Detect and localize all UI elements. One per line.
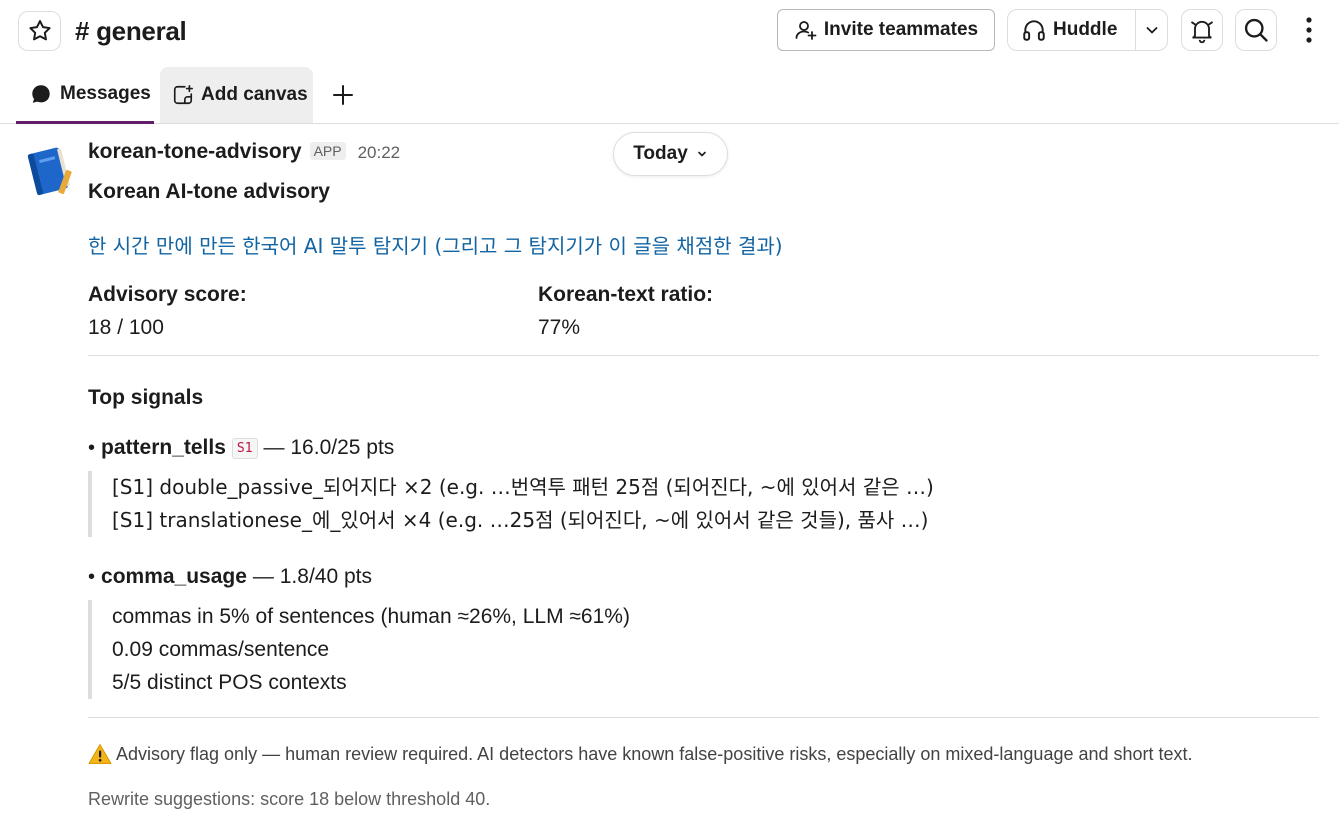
tab-messages[interactable]: Messages <box>16 67 154 124</box>
rewrite-note: Rewrite suggestions: score 18 below thre… <box>88 789 491 809</box>
plus-icon <box>333 85 353 105</box>
warning-icon <box>88 744 112 764</box>
add-person-icon <box>795 21 817 40</box>
more-actions-button[interactable] <box>1293 12 1325 48</box>
search-icon <box>1244 18 1268 42</box>
add-tab-button[interactable] <box>328 80 358 110</box>
signal-comma-usage: • comma_usage — 1.8/40 pts <box>88 565 372 589</box>
disclaimer-note: Advisory flag only — human review requir… <box>88 743 1193 765</box>
huddle-control: Huddle <box>1007 9 1168 51</box>
date-label: Today <box>633 143 688 164</box>
field-label-ratio: Korean-text ratio: <box>538 283 714 306</box>
blue-book-icon <box>27 147 72 196</box>
huddle-button[interactable]: Huddle <box>1008 10 1137 50</box>
canvas-icon <box>173 85 193 105</box>
sender-name[interactable]: korean-tone-advisory <box>88 140 302 164</box>
tab-add-canvas[interactable]: Add canvas <box>160 67 313 123</box>
bell-off-icon <box>1191 20 1213 44</box>
field-value-ratio: 77% <box>538 316 581 339</box>
field-label-score: Advisory score: <box>88 283 247 306</box>
signal-name: comma_usage <box>101 565 247 588</box>
date-jump-button[interactable]: Today <box>613 132 728 176</box>
invite-teammates-button[interactable]: Invite teammates <box>777 9 995 51</box>
signal-detail: commas in 5% of sentences (human ≈26%, L… <box>112 605 630 628</box>
message-bubble-icon <box>32 85 50 103</box>
tab-messages-label: Messages <box>60 83 151 104</box>
signal-detail: [S1] translationese_에_있어서 ×4 (e.g. …25점 … <box>112 508 929 532</box>
signal-tag: S1 <box>231 437 258 459</box>
avatar[interactable] <box>22 144 76 198</box>
channel-title[interactable]: # general <box>75 15 187 47</box>
bullet: • <box>88 565 96 588</box>
huddle-options-button[interactable] <box>1136 10 1167 50</box>
channel-tabs: Messages Add canvas <box>0 62 1339 124</box>
divider <box>88 717 1319 718</box>
signal-details-quote: [S1] double_passive_되어지다 ×2 (e.g. …번역투 패… <box>88 471 934 537</box>
disclaimer-text: Advisory flag only — human review requir… <box>116 743 1193 764</box>
invite-label: Invite teammates <box>823 19 979 40</box>
vertical-ellipsis-icon <box>1306 17 1312 43</box>
message-header: korean-tone-advisory APP 20:22 <box>88 140 400 164</box>
message-title: Korean AI-tone advisory <box>88 180 330 203</box>
app-badge: APP <box>309 142 346 160</box>
signal-score: — 1.8/40 pts <box>252 565 372 588</box>
chevron-down-icon <box>697 151 706 157</box>
tab-add-canvas-label: Add canvas <box>201 84 308 105</box>
chevron-down-icon <box>1146 27 1158 34</box>
signal-detail: 5/5 distinct POS contexts <box>112 671 347 694</box>
message-item: korean-tone-advisory APP 20:22 Today Kor… <box>0 124 1339 820</box>
signal-detail: 0.09 commas/sentence <box>112 638 330 661</box>
notifications-button[interactable] <box>1181 9 1223 51</box>
search-button[interactable] <box>1235 9 1277 51</box>
signal-detail: [S1] double_passive_되어지다 ×2 (e.g. …번역투 패… <box>112 475 934 499</box>
section-title: Top signals <box>88 386 204 409</box>
headphones-icon <box>1023 20 1045 41</box>
divider <box>88 355 1319 356</box>
bullet: • <box>88 436 96 459</box>
channel-header: # general Invite teammates Huddle <box>0 0 1339 62</box>
huddle-label: Huddle <box>1053 19 1118 40</box>
field-value-score: 18 / 100 <box>88 316 164 339</box>
star-channel-button[interactable] <box>18 11 61 51</box>
signal-details-quote: commas in 5% of sentences (human ≈26%, L… <box>88 600 630 699</box>
star-icon <box>28 20 51 41</box>
article-link[interactable]: 한 시간 만에 만든 한국어 AI 말투 탐지기 (그리고 그 탐지기가 이 글… <box>88 230 783 259</box>
signal-name: pattern_tells <box>101 436 226 459</box>
message-timestamp[interactable]: 20:22 <box>358 143 401 163</box>
signal-pattern-tells: • pattern_tells S1 — 16.0/25 pts <box>88 436 394 460</box>
signal-score: — 16.0/25 pts <box>263 436 395 459</box>
